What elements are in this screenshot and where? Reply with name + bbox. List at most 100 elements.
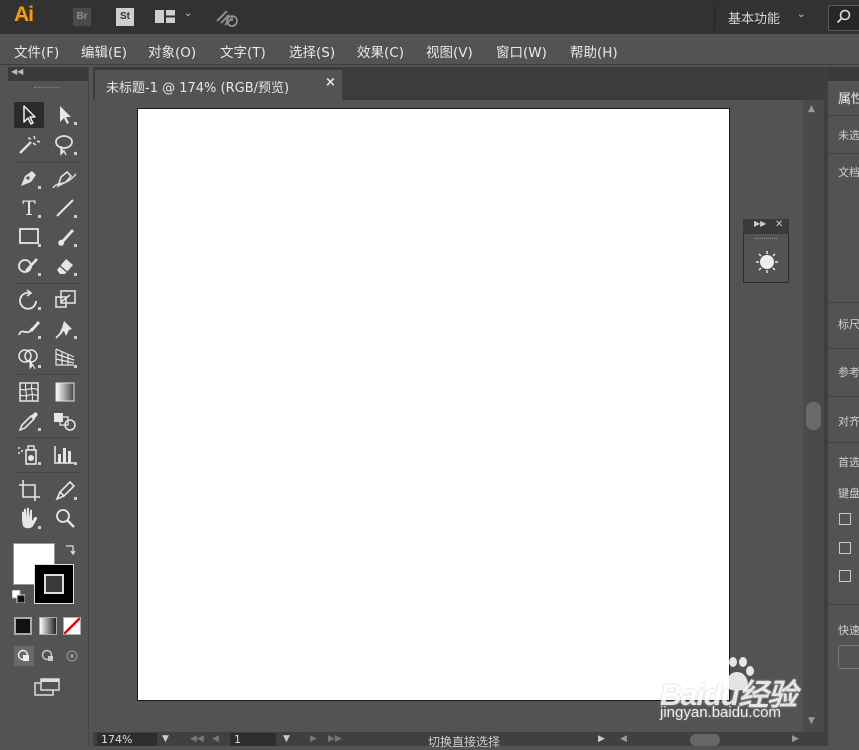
expand-panel-icon[interactable]: ▶▶ [754,219,766,228]
properties-panel-header[interactable] [828,67,859,81]
menu-view[interactable]: 视图(V) [426,41,473,61]
gradient-mode-button[interactable] [39,617,57,635]
close-icon[interactable]: ✕ [775,219,783,230]
separator [714,4,715,30]
lasso-tool[interactable] [50,132,80,158]
toolbar-divider [14,283,80,284]
draw-normal-icon[interactable] [14,646,34,666]
menu-edit[interactable]: 编辑(E) [81,41,127,61]
menu-effect[interactable]: 效果(C) [357,41,404,61]
selection-tool[interactable] [14,102,44,128]
zoom-value[interactable]: 174% [101,733,132,746]
none-mode-button[interactable] [63,617,81,635]
draw-inside-icon[interactable] [62,646,82,666]
scale-tool[interactable] [50,287,80,313]
close-icon[interactable]: × [325,75,336,90]
scroll-up-icon[interactable]: ▲ [808,104,815,114]
artboard-tool[interactable] [14,477,44,503]
collapse-icon[interactable]: ◀◀ [11,67,23,76]
scroll-right-icon[interactable]: ▶ [792,734,799,744]
panel-divider [828,302,859,303]
preference-checkbox[interactable] [839,570,851,582]
last-artboard-icon[interactable]: ▶▶ [328,734,342,744]
gradient-tool[interactable] [50,379,80,405]
stroke-swatch-inner [44,574,64,594]
scroll-down-icon[interactable]: ▼ [808,716,815,726]
swap-fill-stroke-icon[interactable] [64,542,78,556]
appearance-panel-icon[interactable] [755,250,779,274]
preference-checkbox[interactable] [839,513,851,525]
perspective-grid-tool[interactable] [50,345,80,371]
chevron-down-icon[interactable]: ⌄ [797,9,805,20]
bridge-button[interactable]: Br [73,8,91,26]
eraser-tool[interactable] [50,253,80,279]
zoom-tool[interactable] [50,506,80,532]
stock-button[interactable]: St [116,8,134,26]
direct-selection-tool[interactable] [50,102,80,128]
warp-tool[interactable] [14,316,44,342]
keyboard-label: 键盘 [838,487,859,500]
rotate-tool[interactable] [14,287,44,313]
artboard-number[interactable]: 1 [234,733,241,746]
blend-tool[interactable] [50,408,80,434]
paintbrush-tool[interactable] [50,224,80,250]
slice-tool[interactable] [50,477,80,503]
screen-mode-icon[interactable] [33,677,63,697]
eyedropper-tool[interactable] [14,408,44,434]
preference-checkbox[interactable] [839,542,851,554]
mesh-tool[interactable] [14,379,44,405]
line-segment-tool[interactable] [50,195,80,221]
preferences-section-label: 首选 [838,456,859,469]
menu-help[interactable]: 帮助(H) [570,41,618,61]
shape-builder-tool[interactable] [14,345,44,371]
search-icon[interactable] [836,9,852,25]
next-artboard-icon[interactable]: ▶ [310,734,317,744]
chevron-down-icon[interactable]: ▼ [283,734,290,744]
toolbar-divider [14,374,80,375]
workspace-switcher[interactable]: 基本功能 [728,8,780,27]
panel-grip[interactable] [34,87,60,91]
gpu-performance-icon[interactable] [214,6,240,28]
quick-action-button[interactable] [838,645,859,669]
symbol-sprayer-tool[interactable] [14,442,44,468]
color-mode-button[interactable] [14,617,32,635]
pen-tool[interactable] [14,166,44,192]
menu-type[interactable]: 文字(T) [220,41,266,61]
rectangle-tool[interactable] [14,224,44,250]
toolbar-divider [14,472,80,473]
column-graph-tool[interactable] [50,442,80,468]
draw-behind-icon[interactable] [38,646,58,666]
panel-divider [828,396,859,397]
type-tool[interactable]: T [14,195,44,221]
app-logo: Ai [14,3,34,26]
menu-object[interactable]: 对象(O) [148,41,196,61]
artboard[interactable] [137,108,730,701]
hand-tool[interactable] [14,506,44,532]
play-icon[interactable]: ▶ [598,734,605,744]
toolbar-divider [14,162,80,163]
document-section-label: 文档 [838,166,859,179]
horizontal-scroll-thumb[interactable] [690,734,720,746]
panel-divider [828,115,859,116]
magic-wand-tool[interactable] [14,132,44,158]
curvature-tool[interactable] [50,166,80,192]
chevron-down-icon[interactable]: ⌄ [184,8,192,19]
shaper-tool[interactable] [14,253,44,279]
first-artboard-icon[interactable]: ◀◀ [190,734,204,744]
panel-grip[interactable] [755,238,777,241]
menu-select[interactable]: 选择(S) [289,41,335,61]
chevron-down-icon[interactable]: ▼ [162,734,169,744]
document-tab-title[interactable]: 未标题-1 @ 174% (RGB/预览) [106,77,289,96]
menu-file[interactable]: 文件(F) [14,41,59,61]
puppet-warp-tool[interactable] [50,316,80,342]
scroll-left-icon[interactable]: ◀ [620,734,627,744]
menu-window[interactable]: 窗口(W) [496,41,547,61]
properties-panel-title[interactable]: 属性 [838,88,859,107]
default-fill-stroke-icon[interactable] [11,589,26,604]
guides-section-label: 参考 [838,366,859,379]
previous-artboard-icon[interactable]: ◀ [212,734,219,744]
selection-status-label: 未选 [838,129,859,142]
arrange-documents-icon[interactable] [155,10,175,23]
vertical-scroll-thumb[interactable] [806,402,821,430]
status-text[interactable]: 切换直接选择 [428,733,500,750]
